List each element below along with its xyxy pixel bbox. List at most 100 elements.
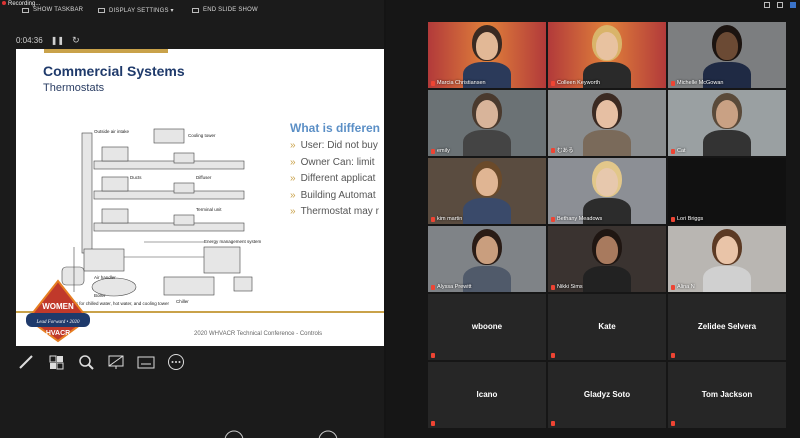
participant-tile[interactable]: Bethany Meadows <box>548 158 666 224</box>
magnifier-icon <box>79 355 94 370</box>
muted-mic-icon <box>431 80 435 86</box>
participant-status <box>671 353 675 358</box>
slide-bullet: » Thermostat may r <box>290 206 379 217</box>
muted-mic-icon <box>671 148 675 154</box>
slide-subtitle: Thermostats <box>43 82 105 94</box>
participant-body <box>703 130 751 156</box>
subtitles-button[interactable] <box>136 353 156 371</box>
grid-view-icon[interactable] <box>790 2 796 8</box>
participant-face <box>716 236 738 264</box>
muted-mic-icon <box>551 284 555 290</box>
participant-face <box>476 236 498 264</box>
participant-status <box>671 421 675 426</box>
end-slide-show-button[interactable]: END SLIDE SHOW <box>192 7 258 13</box>
slide-question: What is differen <box>290 121 381 135</box>
slide-timer: 0:04:36 ❚❚ ↻ <box>16 35 80 46</box>
participant-tile[interactable]: Alina N <box>668 226 786 292</box>
participant-face <box>476 100 498 128</box>
participant-tile[interactable]: wboone <box>428 294 546 360</box>
participant-face <box>476 168 498 196</box>
participant-status <box>431 353 435 358</box>
participant-tile[interactable]: Marcia Christiansen <box>428 22 546 88</box>
diagram-label: Diffuser <box>196 175 212 180</box>
participant-tile[interactable]: emily <box>428 90 546 156</box>
participant-face <box>596 32 618 60</box>
participant-tile[interactable]: Michelle McGowan <box>668 22 786 88</box>
slide-bullet: » Building Automat <box>290 189 376 201</box>
display-settings-button[interactable]: DISPLAY SETTINGS ▾ <box>98 7 174 14</box>
restore-icon[interactable] <box>777 2 783 8</box>
slide-accent-bar <box>44 49 168 53</box>
participant-status <box>551 421 555 426</box>
participant-name: Gladyz Soto <box>583 390 631 399</box>
muted-mic-icon <box>431 216 435 222</box>
pen-icon <box>19 355 33 369</box>
participant-face <box>716 100 738 128</box>
participant-tile[interactable]: Gladyz Soto <box>548 362 666 428</box>
black-screen-button[interactable] <box>106 353 126 371</box>
slide-bullet: » User: Did not buy <box>290 140 378 151</box>
video-feed <box>548 158 666 224</box>
participant-tile[interactable]: Alyssa Prewitt <box>428 226 546 292</box>
video-feed <box>428 22 546 88</box>
diagram-label: Chiller <box>176 299 189 304</box>
participant-tile[interactable]: Tom Jackson <box>668 362 786 428</box>
svg-text:HVACR: HVACR <box>46 330 70 337</box>
participant-body <box>703 266 751 292</box>
slide-footer: 2020 WHVACR Technical Conference - Contr… <box>194 331 323 337</box>
diagram-label: Outside air intake <box>94 129 130 134</box>
participant-tile[interactable]: Lori Briggs <box>668 158 786 224</box>
next-slide-icon[interactable] <box>318 430 338 438</box>
participant-body <box>463 198 511 224</box>
muted-mic-icon <box>671 353 675 358</box>
participant-face <box>596 168 618 196</box>
show-taskbar-button[interactable]: SHOW TASKBAR <box>22 7 83 13</box>
presenter-pane: Recording... SHOW TASKBAR DISPLAY SETTIN… <box>0 0 384 438</box>
previous-slide-icon[interactable] <box>224 430 244 438</box>
muted-mic-icon <box>431 284 435 290</box>
video-feed <box>548 22 666 88</box>
video-feed <box>548 226 666 292</box>
slide-navigation <box>224 430 338 438</box>
participant-name: Lori Briggs <box>671 216 703 222</box>
more-icon <box>168 354 184 370</box>
diagram-label: Air handler <box>94 275 116 280</box>
reset-icon[interactable]: ↻ <box>72 35 80 46</box>
muted-mic-icon <box>671 80 675 86</box>
participant-tile[interactable]: kim martin <box>428 158 546 224</box>
pause-icon[interactable]: ❚❚ <box>51 36 64 45</box>
monitor-icon <box>108 355 124 369</box>
participant-tile[interactable]: Nikki Sims <box>548 226 666 292</box>
participant-name: Alina N <box>671 284 695 290</box>
slide-bullet: » Owner Can: limit <box>290 156 375 168</box>
participant-name: Cat <box>671 148 686 154</box>
minimize-icon[interactable] <box>764 2 770 8</box>
participant-tile[interactable]: Zelidee Selvera <box>668 294 786 360</box>
slide-title: Commercial Systems <box>43 63 185 79</box>
participant-tile[interactable]: むある <box>548 90 666 156</box>
participant-tile[interactable]: Kate <box>548 294 666 360</box>
participant-name: Michelle McGowan <box>671 80 723 86</box>
current-slide: Commercial Systems Thermostats Outside a… <box>16 49 384 346</box>
zoom-button[interactable] <box>76 353 96 371</box>
participant-face <box>596 100 618 128</box>
women-hvacr-logo: WOMEN Lead Forward • 2020 HVACR <box>26 279 90 343</box>
participant-status <box>551 353 555 358</box>
participant-tile[interactable]: Colleen Keyworth <box>548 22 666 88</box>
participant-tile[interactable]: Cat <box>668 90 786 156</box>
participant-name: Alyssa Prewitt <box>431 284 472 290</box>
video-feed <box>428 158 546 224</box>
chevron-icon: » <box>290 140 296 151</box>
pen-button[interactable] <box>16 353 36 371</box>
muted-mic-icon <box>551 353 555 358</box>
participant-face <box>476 32 498 60</box>
slide-bullet: » Different applicat <box>290 173 376 184</box>
muted-mic-icon <box>431 353 435 358</box>
participant-body <box>463 130 511 156</box>
see-all-slides-button[interactable] <box>46 353 66 371</box>
diagram-label: Terminal unit <box>196 207 222 212</box>
diagram-label: Ducts <box>130 175 142 180</box>
participant-tile[interactable]: lcano <box>428 362 546 428</box>
participant-status <box>431 421 435 426</box>
more-options-button[interactable] <box>166 353 186 371</box>
